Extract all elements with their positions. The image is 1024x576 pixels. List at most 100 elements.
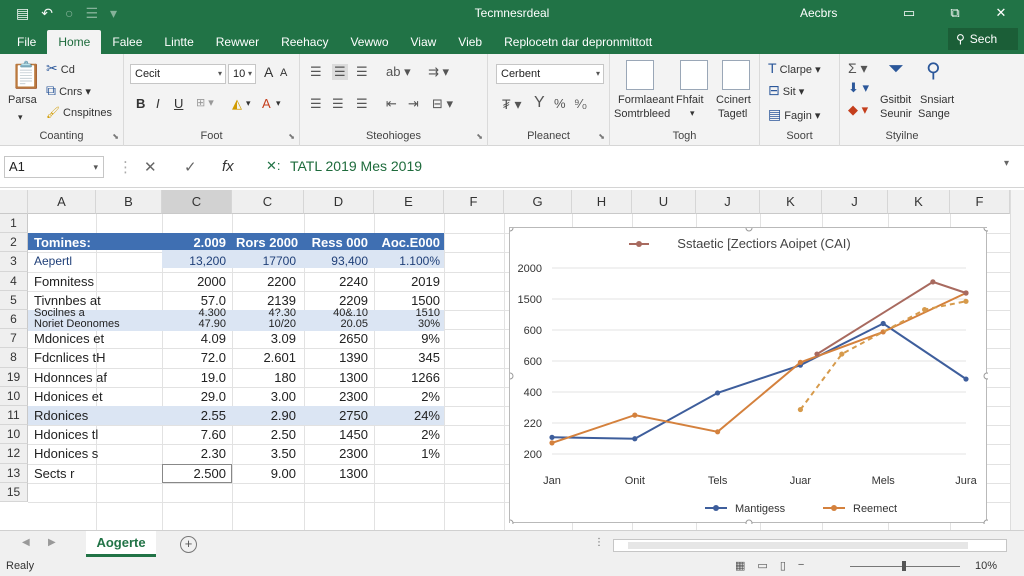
table-cell[interactable]: Aepertl — [30, 252, 160, 271]
table-cell[interactable]: 9.00 — [232, 464, 300, 483]
format-painter-icon[interactable]: 🖌 — [46, 107, 60, 119]
font-name-combo[interactable]: Cecit ▾ — [130, 64, 226, 84]
format-painter-button[interactable]: Cnspitnes — [63, 107, 112, 119]
table-cell[interactable]: Sects r — [30, 464, 160, 483]
column-header[interactable]: B — [96, 190, 162, 214]
copy-button[interactable]: Cnrs — [59, 86, 82, 98]
formula-input[interactable]: TATL 2019 Mes 2019 — [290, 156, 1010, 178]
redo-icon[interactable]: ○ — [65, 5, 73, 21]
table-cell[interactable]: 180 — [232, 368, 300, 387]
conditional-formatting-icon[interactable] — [626, 60, 654, 90]
table-cell[interactable]: 345 — [374, 348, 444, 367]
cut-button[interactable]: Cd — [61, 64, 75, 76]
format-as-table-button[interactable]: Fhfait — [676, 94, 704, 106]
table-cell[interactable]: 2300 — [304, 444, 372, 463]
table-cell[interactable]: 2.50 — [232, 425, 300, 444]
bold-button[interactable]: B — [136, 96, 145, 111]
fill-color-dropdown-icon[interactable]: ▾ — [246, 98, 251, 109]
row-header[interactable]: 10 — [0, 386, 28, 406]
wrap-text-icon[interactable]: ⇉ ▾ — [428, 64, 449, 80]
tab-formulas[interactable]: Rewwer — [205, 30, 270, 54]
row-header[interactable]: 13 — [0, 463, 28, 483]
table-cell[interactable]: 2750 — [304, 406, 372, 425]
tab-review[interactable]: Vewwo — [339, 30, 399, 54]
row-header[interactable]: 12 — [0, 444, 28, 464]
table-cell[interactable] — [374, 464, 444, 483]
table-cell[interactable]: 2019 — [374, 272, 444, 291]
column-header[interactable]: U — [632, 190, 696, 214]
table-cell[interactable]: 2300 — [304, 387, 372, 406]
table-cell[interactable]: 29.0 — [162, 387, 230, 406]
accounting-format-icon[interactable]: ₮ ▾ — [502, 96, 521, 113]
cell-styles-button[interactable]: Ccinert — [716, 94, 751, 106]
column-header[interactable]: F — [950, 190, 1010, 214]
table-cell[interactable]: 2650 — [304, 329, 372, 348]
prev-sheet-icon[interactable]: ◀ — [22, 537, 30, 548]
horizontal-scroll-thumb[interactable] — [628, 542, 968, 549]
table-cell[interactable]: 17700 — [232, 252, 300, 271]
column-header[interactable]: K — [888, 190, 950, 214]
format-as-table-dropdown-icon[interactable]: ▾ — [690, 108, 695, 119]
table-cell[interactable]: Socilnes a Noriet Deonomes — [30, 308, 160, 331]
currency-icon[interactable]: Y — [534, 94, 545, 112]
font-size-combo[interactable]: 10 ▾ — [228, 64, 256, 84]
underline-button[interactable]: U — [174, 96, 183, 111]
delete-icon[interactable]: ⊟ — [768, 82, 780, 98]
row-header[interactable]: 11 — [0, 406, 28, 426]
table-cell[interactable]: Tomines: — [30, 233, 160, 252]
table-cell[interactable]: Hdonnces af — [30, 368, 160, 387]
decrease-indent-icon[interactable]: ⇤ — [386, 96, 397, 112]
cut-icon[interactable]: ✂ — [46, 60, 58, 76]
column-header[interactable]: E — [374, 190, 444, 214]
column-header[interactable]: K — [760, 190, 822, 214]
table-cell[interactable]: 2.009 — [162, 233, 230, 252]
table-cell[interactable]: 2200 — [232, 272, 300, 291]
delete-button[interactable]: Sit — [783, 86, 796, 98]
sort-filter-icon[interactable]: ⏷ — [888, 58, 904, 81]
table-cell[interactable]: 3.00 — [232, 387, 300, 406]
user-account[interactable]: Aecbrs — [800, 6, 837, 20]
horizontal-scrollbar[interactable] — [613, 539, 1007, 552]
table-cell[interactable]: 1450 — [304, 425, 372, 444]
expand-formula-icon[interactable]: ▾ — [1004, 158, 1009, 169]
table-cell[interactable]: 19.0 — [162, 368, 230, 387]
page-layout-view-icon[interactable]: ▭ — [757, 559, 767, 572]
table-cell[interactable]: 4.300 47.90 — [162, 308, 230, 331]
table-cell[interactable]: 93,400 — [304, 252, 372, 271]
paste-button[interactable]: Parsa — [8, 94, 37, 106]
autosum-icon[interactable]: Σ ▾ — [848, 60, 868, 77]
font-launcher-icon[interactable]: ⬊ — [288, 132, 295, 141]
zoom-slider-thumb[interactable] — [902, 561, 906, 571]
align-right-icon[interactable]: ☰ — [356, 96, 368, 112]
table-cell[interactable]: Fdcnlices tH — [30, 348, 160, 367]
table-cell[interactable]: Rors 2000 — [232, 233, 300, 252]
table-cell[interactable]: Hdonices et — [30, 387, 160, 406]
table-cell[interactable]: Hdonices tl — [30, 425, 160, 444]
row-header[interactable]: 15 — [0, 482, 28, 502]
column-header[interactable]: D — [304, 190, 374, 214]
select-all-corner[interactable] — [0, 190, 28, 214]
minimize-button[interactable]: ▭ — [886, 5, 932, 21]
table-cell[interactable]: Rdonices — [30, 406, 160, 425]
number-launcher-icon[interactable]: ⬊ — [598, 132, 605, 141]
sheet-tab-active[interactable]: Aogerte — [86, 531, 156, 557]
table-cell[interactable]: Mdonices et — [30, 329, 160, 348]
table-cell[interactable]: 2.30 — [162, 444, 230, 463]
clear-icon[interactable]: ◆ ▾ — [848, 102, 868, 118]
table-cell[interactable]: 1300 — [304, 368, 372, 387]
tab-split-icon[interactable]: ⋮ — [594, 537, 604, 548]
search-button[interactable]: ⚲ Sech — [948, 28, 1018, 50]
table-cell[interactable]: 3.09 — [232, 329, 300, 348]
row-header[interactable]: 6 — [0, 310, 28, 330]
line-chart[interactable]: Sstaetic [Zectiors Aoipet (CAI) 200 220 400… — [509, 227, 988, 524]
tab-home[interactable]: Home — [47, 30, 102, 54]
table-cell[interactable]: 2.55 — [162, 406, 230, 425]
add-sheet-button[interactable]: + — [180, 536, 197, 553]
find-select-icon[interactable]: ⚲ — [926, 58, 941, 83]
paste-icon[interactable]: 📋 — [10, 60, 42, 91]
orientation-icon[interactable]: ab ▾ — [386, 64, 411, 80]
table-cell[interactable]: 1510 30% — [374, 308, 444, 331]
page-break-view-icon[interactable]: ▯ — [780, 559, 786, 572]
comma-style-icon[interactable]: ⁹⁄₀ — [574, 96, 587, 111]
zoom-level[interactable]: 10% — [975, 560, 997, 572]
